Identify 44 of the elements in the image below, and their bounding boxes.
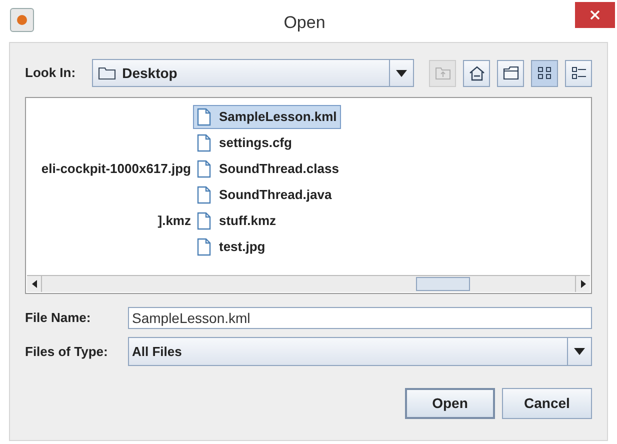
file-icon	[197, 108, 211, 126]
file-icon	[197, 134, 211, 152]
file-item[interactable]: test.jpg	[193, 235, 270, 259]
caret-icon	[574, 348, 585, 355]
details-view-icon	[570, 65, 586, 81]
scroll-thumb[interactable]	[416, 277, 470, 291]
close-icon	[590, 10, 600, 20]
file-item[interactable]: SoundThread.java	[193, 183, 336, 207]
look-in-label: Look In:	[25, 64, 77, 82]
app-icon	[10, 8, 34, 32]
horizontal-scrollbar[interactable]	[27, 275, 590, 292]
toolbar-button[interactable]	[565, 60, 592, 86]
folder-icon	[98, 66, 116, 80]
file-type-value: All Files	[131, 342, 183, 361]
folder-icon	[502, 66, 518, 80]
file-icon	[197, 212, 211, 230]
file-item[interactable]: stuff.kmz	[193, 209, 280, 233]
file-name[interactable]: ].kmz	[158, 211, 191, 231]
file-item[interactable]: SampleLesson.kml	[193, 105, 341, 129]
home-icon	[468, 65, 484, 81]
cancel-button[interactable]: Cancel	[502, 388, 592, 419]
open-button[interactable]: Open	[405, 388, 495, 419]
toolbar-button[interactable]	[531, 60, 558, 86]
file-icon	[197, 160, 211, 178]
file-item[interactable]: settings.cfg	[193, 131, 296, 155]
window-title: Open	[282, 12, 326, 34]
file-name[interactable]: eli-cockpit-1000x617.jpg	[41, 159, 191, 179]
list-view-icon	[536, 65, 552, 81]
look-in-value: Desktop	[122, 64, 178, 83]
file-icon	[197, 238, 211, 256]
close-button[interactable]	[575, 2, 615, 28]
scroll-left-icon	[32, 280, 36, 288]
look-in-dropdown[interactable]: Desktop	[92, 59, 414, 87]
file-name-label: File Name:	[25, 309, 92, 328]
toolbar-button[interactable]	[497, 60, 524, 86]
file-type-label: Files of Type:	[25, 342, 109, 361]
toolbar-button[interactable]	[463, 60, 490, 86]
file-icon	[197, 186, 211, 204]
file-type-dropdown[interactable]: All Files	[128, 337, 592, 366]
caret-icon	[396, 70, 407, 76]
scroll-right-icon	[580, 280, 586, 288]
folder-up-icon	[434, 66, 450, 80]
file-item[interactable]: SoundThread.class	[193, 157, 343, 181]
file-name-field[interactable]: SampleLesson.kml	[128, 307, 592, 329]
